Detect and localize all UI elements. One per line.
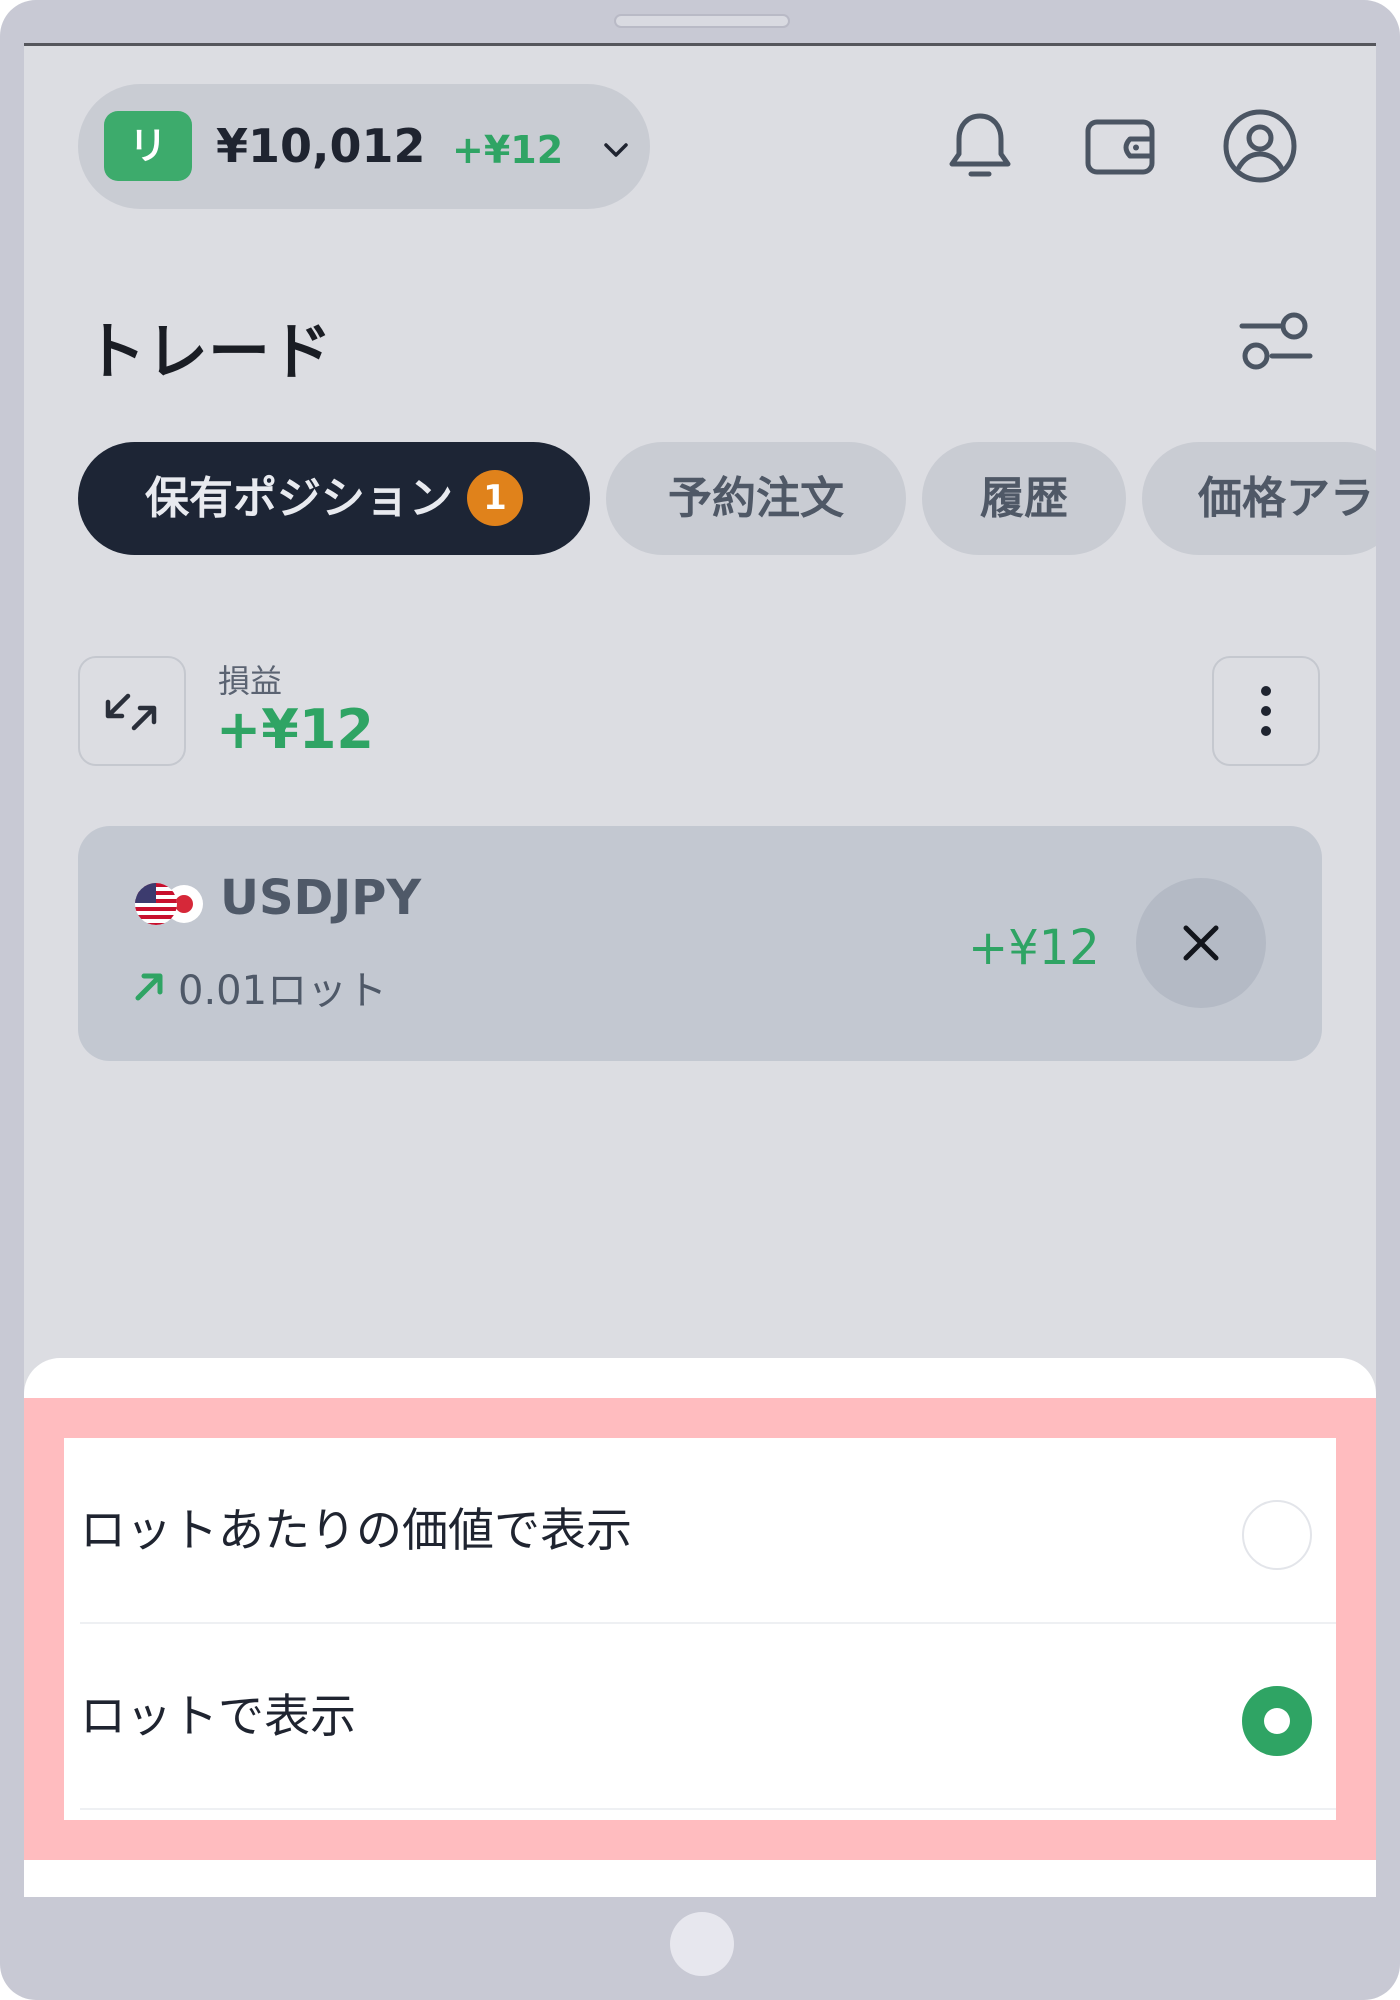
position-symbol: USDJPY	[220, 870, 422, 926]
radio-checked[interactable]	[1242, 1686, 1312, 1756]
swap-arrows-icon	[105, 693, 157, 731]
balance-change: +¥12	[452, 128, 564, 172]
device-frame: リ ¥10,012 +¥12 トレード 保有ポジション 1 予約注文 履歴 価格…	[0, 0, 1400, 2000]
position-lot-size: 0.01ロット	[178, 968, 388, 1014]
radio-dot	[1264, 1708, 1290, 1734]
account-type-badge: リ	[104, 111, 192, 181]
tab-history[interactable]: 履歴	[922, 442, 1126, 555]
more-options-button[interactable]	[1212, 656, 1320, 766]
display-mode-sheet: ロットあたりの価値で表示 ロットで表示	[24, 1358, 1376, 1897]
app-screen: リ ¥10,012 +¥12 トレード 保有ポジション 1 予約注文 履歴 価格…	[24, 43, 1376, 1897]
tab-count-badge: 1	[467, 470, 523, 526]
tab-label: 保有ポジション	[145, 473, 453, 524]
user-icon[interactable]	[1220, 106, 1300, 186]
wallet-icon[interactable]	[1080, 106, 1160, 186]
device-speaker	[614, 14, 790, 28]
sliders-icon[interactable]	[1236, 308, 1316, 378]
balance-amount: ¥10,012	[216, 119, 426, 173]
tab-label: 予約注文	[668, 473, 844, 524]
display-mode-options: ロットあたりの価値で表示 ロットで表示	[64, 1438, 1336, 1820]
option-lots[interactable]: ロットで表示	[80, 1624, 1336, 1810]
close-position-button[interactable]	[1136, 878, 1266, 1008]
position-card[interactable]: USDJPY 0.01ロット +¥12	[78, 826, 1322, 1061]
position-pnl: +¥12	[968, 920, 1100, 976]
usd-jpy-flag-icon	[135, 883, 203, 925]
swap-view-button[interactable]	[78, 656, 186, 766]
option-label: ロットあたりの価値で表示	[80, 1503, 632, 1557]
tab-label: 価格アラ	[1198, 473, 1374, 524]
more-vertical-icon	[1261, 686, 1271, 736]
pnl-label: 損益	[218, 662, 283, 700]
option-value-per-lot[interactable]: ロットあたりの価値で表示	[80, 1438, 1336, 1624]
tab-pending-orders[interactable]: 予約注文	[606, 442, 906, 555]
tab-label: 履歴	[980, 473, 1068, 524]
tab-price-alerts[interactable]: 価格アラ	[1142, 442, 1376, 555]
home-button[interactable]	[670, 1912, 734, 1976]
arrow-up-right-icon	[135, 973, 163, 1001]
account-balance-selector[interactable]: リ ¥10,012 +¥12	[78, 84, 650, 209]
chevron-down-icon	[604, 143, 628, 157]
pnl-value: +¥12	[216, 698, 374, 761]
close-icon	[1183, 925, 1219, 961]
tab-open-positions[interactable]: 保有ポジション 1	[78, 442, 590, 555]
page-title: トレード	[84, 315, 333, 388]
radio-unchecked[interactable]	[1242, 1500, 1312, 1570]
option-label: ロットで表示	[80, 1689, 356, 1743]
bell-icon[interactable]	[940, 106, 1020, 186]
